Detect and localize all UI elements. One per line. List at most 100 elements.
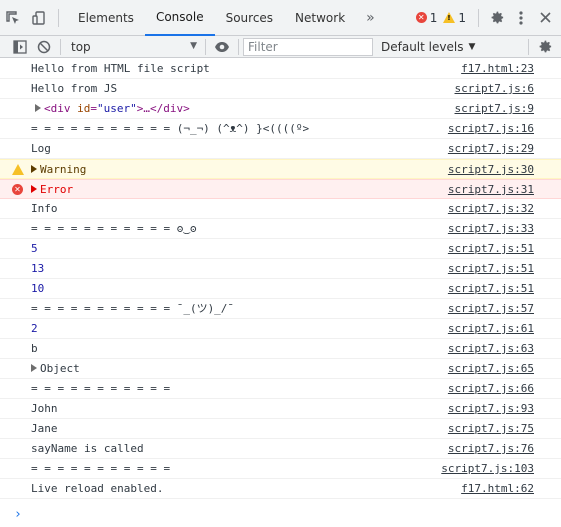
- source-link[interactable]: script7.js:103: [441, 459, 534, 478]
- console-prompt[interactable]: ›: [0, 504, 561, 527]
- inspect-element-icon[interactable]: [0, 0, 26, 36]
- element-tag-open: <div: [44, 102, 71, 115]
- source-link[interactable]: script7.js:32: [448, 199, 534, 218]
- log-levels-label: Default levels: [381, 39, 464, 54]
- console-message-log: sayName is called script7.js:76: [0, 439, 561, 459]
- expand-triangle-icon[interactable]: [35, 104, 41, 112]
- message-text: Live reload enabled.: [31, 479, 163, 498]
- console-settings-gear-icon[interactable]: [533, 36, 557, 58]
- dropdown-arrow-icon: ▼: [468, 41, 476, 52]
- message-value: Hello from JS: [31, 82, 118, 95]
- source-link[interactable]: script7.js:30: [448, 160, 534, 179]
- source-link[interactable]: f17.html:23: [461, 59, 534, 78]
- expand-triangle-icon[interactable]: [31, 364, 37, 372]
- element-tag-close: >…</div>: [136, 102, 190, 115]
- source-link[interactable]: script7.js:51: [448, 259, 534, 278]
- element-attr-equals: =: [90, 102, 97, 115]
- message-value: b: [31, 342, 38, 355]
- message-text: b: [31, 339, 38, 358]
- source-link[interactable]: script7.js:63: [448, 339, 534, 358]
- live-expression-eye-icon[interactable]: [210, 36, 234, 58]
- source-link[interactable]: script7.js:6: [455, 79, 534, 98]
- error-count-badge[interactable]: ✕ 1: [415, 11, 437, 25]
- message-value: = = = = = = = = = = = ¯_(ツ)_/¯: [31, 302, 235, 315]
- message-text[interactable]: Warning: [31, 160, 86, 179]
- message-value: 13: [31, 262, 45, 275]
- source-link[interactable]: script7.js:31: [448, 180, 534, 199]
- console-message-log: <div id="user">…</div> script7.js:9: [0, 99, 561, 119]
- message-value: 2: [31, 322, 38, 335]
- message-value: = = = = = = = = = = = ʘ‿ʘ: [31, 222, 197, 235]
- source-link[interactable]: script7.js:76: [448, 439, 534, 458]
- message-value: Jane: [31, 422, 58, 435]
- message-value: = = = = = = = = = = = (¬_¬) (^ᴥ^) }<((((…: [31, 122, 310, 135]
- message-text: Hello from JS: [31, 79, 117, 98]
- show-sidebar-icon[interactable]: [8, 36, 32, 58]
- console-message-log: Hello from JS script7.js:6: [0, 79, 561, 99]
- message-text: = = = = = = = = = = =: [31, 459, 170, 478]
- toolbar-divider: [60, 38, 61, 55]
- console-message-log: John script7.js:93: [0, 399, 561, 419]
- source-link[interactable]: script7.js:16: [448, 119, 534, 138]
- message-text: = = = = = = = = = = =: [31, 379, 170, 398]
- message-text: = = = = = = = = = = = ¯_(ツ)_/¯: [31, 299, 234, 318]
- message-text: 5: [31, 239, 38, 258]
- kebab-menu-icon[interactable]: [509, 0, 533, 36]
- console-message-log: Info script7.js:32: [0, 199, 561, 219]
- warning-count-badge[interactable]: ! 1: [443, 11, 466, 25]
- source-link[interactable]: script7.js:93: [448, 399, 534, 418]
- tab-elements[interactable]: Elements: [67, 0, 145, 36]
- message-text: 2: [31, 319, 38, 338]
- console-message-log: Log script7.js:29: [0, 139, 561, 159]
- console-message-log: Live reload enabled. f17.html:62: [0, 479, 561, 499]
- console-message-error: ✕ Error script7.js:31: [0, 179, 561, 199]
- toolbar-divider: [478, 8, 479, 27]
- filter-input[interactable]: [243, 37, 373, 56]
- tab-console[interactable]: Console: [144, 0, 215, 36]
- source-link[interactable]: script7.js:51: [448, 279, 534, 298]
- message-text[interactable]: <div id="user">…</div>: [35, 99, 190, 118]
- tab-network[interactable]: Network: [284, 0, 356, 36]
- source-link[interactable]: script7.js:29: [448, 139, 534, 158]
- source-link[interactable]: script7.js:75: [448, 419, 534, 438]
- source-link[interactable]: script7.js:57: [448, 299, 534, 318]
- console-messages: Hello from HTML file script f17.html:23 He…: [0, 59, 561, 499]
- source-link[interactable]: script7.js:65: [448, 359, 534, 378]
- message-value: = = = = = = = = = = =: [31, 382, 171, 395]
- message-text[interactable]: Object: [31, 359, 80, 378]
- toolbar-divider: [205, 38, 206, 55]
- source-link[interactable]: script7.js:66: [448, 379, 534, 398]
- close-icon[interactable]: [533, 0, 557, 36]
- console-message-log: 2 script7.js:61: [0, 319, 561, 339]
- device-toolbar-icon[interactable]: [26, 0, 52, 36]
- more-tabs-button[interactable]: »: [356, 0, 383, 36]
- element-attr-value: "user": [97, 102, 137, 115]
- source-link[interactable]: f17.html:62: [461, 479, 534, 498]
- message-value: Live reload enabled.: [31, 482, 164, 495]
- expand-triangle-icon[interactable]: [31, 185, 37, 193]
- message-value: Warning: [40, 163, 87, 176]
- message-text: = = = = = = = = = = = ʘ‿ʘ: [31, 219, 197, 238]
- message-text: 13: [31, 259, 44, 278]
- console-message-log: = = = = = = = = = = = script7.js:66: [0, 379, 561, 399]
- message-value: sayName is called: [31, 442, 144, 455]
- message-text: Hello from HTML file script: [31, 59, 210, 78]
- console-message-log: Hello from HTML file script f17.html:23: [0, 59, 561, 79]
- expand-triangle-icon[interactable]: [31, 165, 37, 173]
- log-levels-dropdown[interactable]: Default levels ▼: [381, 40, 475, 54]
- source-link[interactable]: script7.js:9: [455, 99, 534, 118]
- console-message-log: 13 script7.js:51: [0, 259, 561, 279]
- source-link[interactable]: script7.js:61: [448, 319, 534, 338]
- source-link[interactable]: script7.js:51: [448, 239, 534, 258]
- prompt-caret-icon: ›: [14, 507, 22, 522]
- console-message-log: b script7.js:63: [0, 339, 561, 359]
- console-message-log: = = = = = = = = = = = script7.js:103: [0, 459, 561, 479]
- clear-console-icon[interactable]: [32, 36, 56, 58]
- message-value: Log: [31, 142, 51, 155]
- console-message-warning: Warning script7.js:30: [0, 159, 561, 179]
- settings-gear-icon[interactable]: [485, 0, 509, 36]
- execution-context-select[interactable]: top ▼: [65, 36, 201, 58]
- source-link[interactable]: script7.js:33: [448, 219, 534, 238]
- tab-sources[interactable]: Sources: [215, 0, 284, 36]
- message-text[interactable]: Error: [31, 180, 73, 199]
